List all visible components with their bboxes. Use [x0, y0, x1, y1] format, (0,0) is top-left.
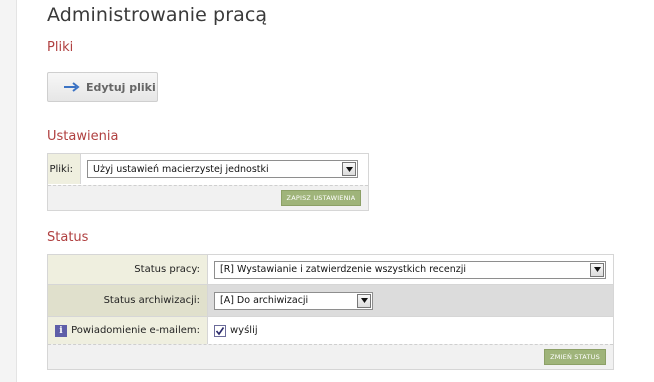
email-value-cell: wyślij — [208, 317, 613, 344]
edit-files-button[interactable]: Edytuj pliki — [47, 72, 158, 102]
work-status-selected: [R] Wystawianie i zatwierdzenie wszystki… — [220, 264, 467, 275]
archive-status-row: Status archiwizacji: [A] Do archiwizacji — [48, 285, 613, 317]
settings-files-row: Pliki: Użyj ustawień macierzystej jednos… — [48, 154, 368, 184]
info-icon: i — [55, 324, 67, 337]
settings-footer: ZAPISZ USTAWIENIA — [48, 185, 368, 210]
work-status-row: Status pracy: [R] Wystawianie i zatwierd… — [48, 255, 613, 285]
work-status-label: Status pracy: — [48, 255, 208, 284]
section-title-settings: Ustawienia — [47, 129, 119, 144]
files-value-cell: Użyj ustawień macierzystej jednostki — [81, 154, 368, 184]
archive-status-label: Status archiwizacji: — [48, 285, 208, 316]
work-status-select[interactable]: [R] Wystawianie i zatwierdzenie wszystki… — [214, 260, 606, 279]
chevron-down-icon[interactable] — [342, 162, 356, 176]
email-notify-row: i Powiadomienie e-mailem: wyślij — [48, 317, 613, 344]
archive-status-select[interactable]: [A] Do archiwizacji — [214, 291, 373, 310]
section-title-files: Pliki — [47, 40, 74, 55]
section-title-status: Status — [47, 230, 89, 245]
work-status-cell: [R] Wystawianie i zatwierdzenie wszystki… — [208, 255, 613, 284]
save-settings-button[interactable]: ZAPISZ USTAWIENIA — [281, 190, 361, 206]
email-checkbox[interactable] — [214, 324, 226, 337]
change-status-button[interactable]: ZMIEŃ STATUS — [544, 349, 606, 365]
files-settings-select[interactable]: Użyj ustawień macierzystej jednostki — [87, 160, 358, 178]
page-title: Administrowanie pracą — [47, 4, 268, 26]
email-label: Powiadomienie e-mailem: — [71, 325, 200, 336]
settings-panel: Pliki: Użyj ustawień macierzystej jednos… — [47, 153, 369, 211]
left-margin-bar — [0, 0, 17, 382]
email-checkbox-label: wyślij — [230, 325, 258, 336]
edit-files-label: Edytuj pliki — [86, 80, 156, 94]
archive-status-selected: [A] Do archiwizacji — [220, 295, 309, 306]
archive-status-cell: [A] Do archiwizacji — [208, 285, 613, 316]
chevron-down-icon[interactable] — [357, 293, 371, 308]
arrow-right-icon — [64, 82, 80, 92]
status-panel: Status pracy: [R] Wystawianie i zatwierd… — [47, 254, 614, 370]
status-footer: ZMIEŃ STATUS — [48, 344, 613, 369]
email-label-cell: i Powiadomienie e-mailem: — [48, 317, 208, 344]
checkmark-icon — [215, 326, 225, 335]
files-settings-selected: Użyj ustawień macierzystej jednostki — [93, 163, 269, 175]
files-label: Pliki: — [48, 154, 81, 184]
chevron-down-icon[interactable] — [590, 262, 604, 277]
